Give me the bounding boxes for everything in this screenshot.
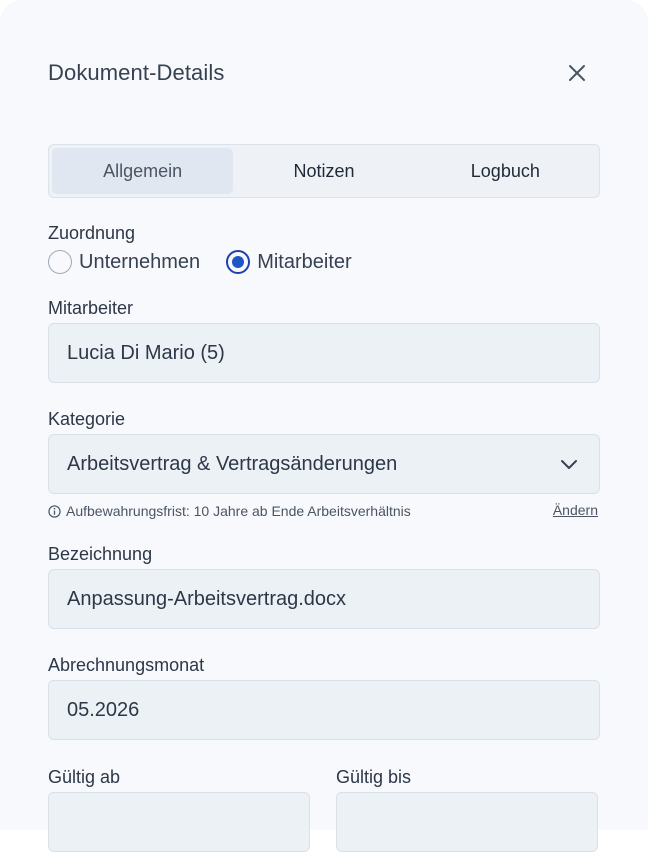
chevron-down-icon	[559, 454, 579, 474]
assignment-radio-group: Unternehmen Mitarbeiter	[48, 249, 378, 275]
employee-field[interactable]: Lucia Di Mario (5)	[48, 323, 600, 383]
assignment-label: Zuordnung	[48, 223, 136, 243]
category-select[interactable]: Arbeitsvertrag & Vertragsänderungen	[48, 434, 600, 494]
radio-selected-dot	[232, 256, 245, 268]
designation-field[interactable]: Anpassung-Arbeitsvertrag.docx	[48, 569, 600, 629]
designation-value: Anpassung-Arbeitsvertrag.docx	[67, 587, 347, 610]
valid-from-label: Gültig ab	[48, 767, 121, 787]
valid-from-field[interactable]	[48, 792, 310, 852]
dialog-header: Dokument-Details	[48, 58, 600, 88]
employee-value: Lucia Di Mario (5)	[67, 341, 225, 364]
employee-label: Mitarbeiter	[48, 298, 134, 318]
valid-to-field[interactable]	[336, 792, 598, 852]
radio-unternehmen-label: Unternehmen	[79, 250, 201, 273]
retention-hint: Aufbewahrungsfrist: 10 Jahre ab Ende Arb…	[48, 502, 600, 520]
radio-mitarbeiter-label: Mitarbeiter	[257, 250, 352, 273]
document-details-dialog: Dokument-Details Allgemein Notizen Logbu…	[0, 0, 648, 852]
billing-month-field[interactable]: 05.2026	[48, 680, 600, 740]
designation-label: Bezeichnung	[48, 544, 153, 564]
retention-hint-text: Aufbewahrungsfrist: 10 Jahre ab Ende Arb…	[66, 503, 411, 519]
radio-mitarbeiter-circle[interactable]	[226, 250, 251, 274]
tab-bar: Allgemein Notizen Logbuch	[48, 144, 600, 198]
radio-unternehmen-circle[interactable]	[48, 250, 72, 274]
dialog-title: Dokument-Details	[48, 60, 225, 85]
change-retention-link[interactable]: Ändern	[553, 502, 598, 518]
tab-allgemein[interactable]: Allgemein	[52, 148, 234, 194]
category-label: Kategorie	[48, 409, 126, 429]
tab-notizen[interactable]: Notizen	[233, 148, 414, 194]
billing-month-label: Abrechnungsmonat	[48, 655, 205, 675]
close-icon	[569, 65, 585, 81]
info-icon	[48, 504, 61, 518]
radio-unternehmen[interactable]: Unternehmen	[48, 250, 200, 274]
category-value: Arbeitsvertrag & Vertragsänderungen	[67, 452, 398, 475]
radio-mitarbeiter[interactable]: Mitarbeiter	[226, 250, 352, 274]
billing-month-value: 05.2026	[67, 698, 140, 721]
close-button[interactable]	[562, 58, 592, 88]
tab-logbuch[interactable]: Logbuch	[415, 148, 596, 194]
valid-to-label: Gültig bis	[336, 767, 412, 787]
